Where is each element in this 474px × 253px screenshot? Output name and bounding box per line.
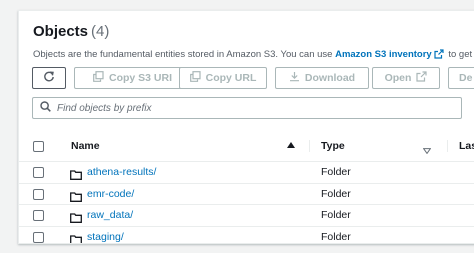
sort-descending-icon[interactable] (422, 141, 432, 159)
object-name-link[interactable]: staging/ (87, 231, 124, 243)
table-row[interactable]: raw_data/ Folder (19, 205, 474, 227)
search-input[interactable] (57, 102, 447, 114)
row-checkbox[interactable] (33, 231, 44, 243)
folder-icon (70, 232, 82, 243)
copy-url-label: Copy URL (205, 72, 257, 84)
download-icon (289, 71, 300, 85)
row-checkbox[interactable] (33, 188, 44, 200)
refresh-icon (43, 71, 55, 86)
copy-s3-uri-label: Copy S3 URI (108, 72, 172, 84)
folder-icon (70, 167, 82, 185)
panel-description: Objects are the fundamental entities sto… (33, 49, 474, 62)
panel-header: Objects (4) (33, 23, 109, 41)
search-bar[interactable] (32, 97, 462, 119)
row-checkbox[interactable] (33, 167, 44, 178)
open-button[interactable]: Open (372, 67, 440, 89)
open-label: Open (384, 72, 412, 84)
object-type: Folder (321, 187, 351, 200)
objects-panel: Objects (4) Objects are the fundamental e… (18, 10, 474, 244)
table-header: Name Type Las (19, 131, 474, 162)
object-name-link[interactable]: raw_data/ (87, 209, 133, 221)
object-type: Folder (321, 166, 351, 178)
copy-url-button[interactable]: Copy URL (179, 67, 267, 89)
inventory-link[interactable]: Amazon S3 inventory (335, 49, 432, 60)
copy-s3-uri-button[interactable]: Copy S3 URI (74, 67, 191, 89)
download-button[interactable]: Download (275, 67, 369, 89)
folder-icon (70, 189, 82, 207)
object-type: Folder (321, 209, 351, 221)
column-header-name[interactable]: Name (71, 140, 100, 152)
page-title: Objects (33, 23, 89, 40)
search-icon (40, 99, 51, 117)
row-checkbox[interactable] (33, 210, 44, 221)
external-link-icon (416, 71, 428, 85)
object-type: Folder (321, 230, 351, 243)
table-row[interactable]: emr-code/ Folder (19, 184, 474, 207)
object-name-link[interactable]: emr-code/ (87, 188, 134, 200)
description-suffix: to get a list of all ob (448, 49, 474, 60)
description-text: Objects are the fundamental entities sto… (33, 49, 333, 60)
column-header-type[interactable]: Type (321, 140, 345, 152)
table-row[interactable]: athena-results/ Folder (19, 162, 474, 184)
column-header-last-modified[interactable]: Las (459, 140, 474, 152)
objects-table: Name Type Las athena-results/ Folder emr… (19, 131, 474, 243)
table-row[interactable]: staging/ Folder (19, 227, 474, 243)
sort-ascending-icon[interactable] (287, 142, 295, 148)
column-divider[interactable] (447, 140, 448, 152)
refresh-button[interactable] (32, 67, 66, 89)
select-all-checkbox[interactable] (33, 141, 44, 152)
object-name-link[interactable]: athena-results/ (87, 166, 156, 178)
delete-label: De (459, 72, 473, 84)
copy-icon (93, 71, 104, 85)
download-label: Download (304, 72, 356, 84)
column-divider[interactable] (309, 140, 310, 152)
external-link-icon[interactable] (434, 49, 444, 62)
copy-icon (189, 71, 201, 85)
delete-button[interactable]: De (448, 67, 474, 89)
object-count: (4) (91, 23, 110, 40)
folder-icon (70, 210, 82, 228)
